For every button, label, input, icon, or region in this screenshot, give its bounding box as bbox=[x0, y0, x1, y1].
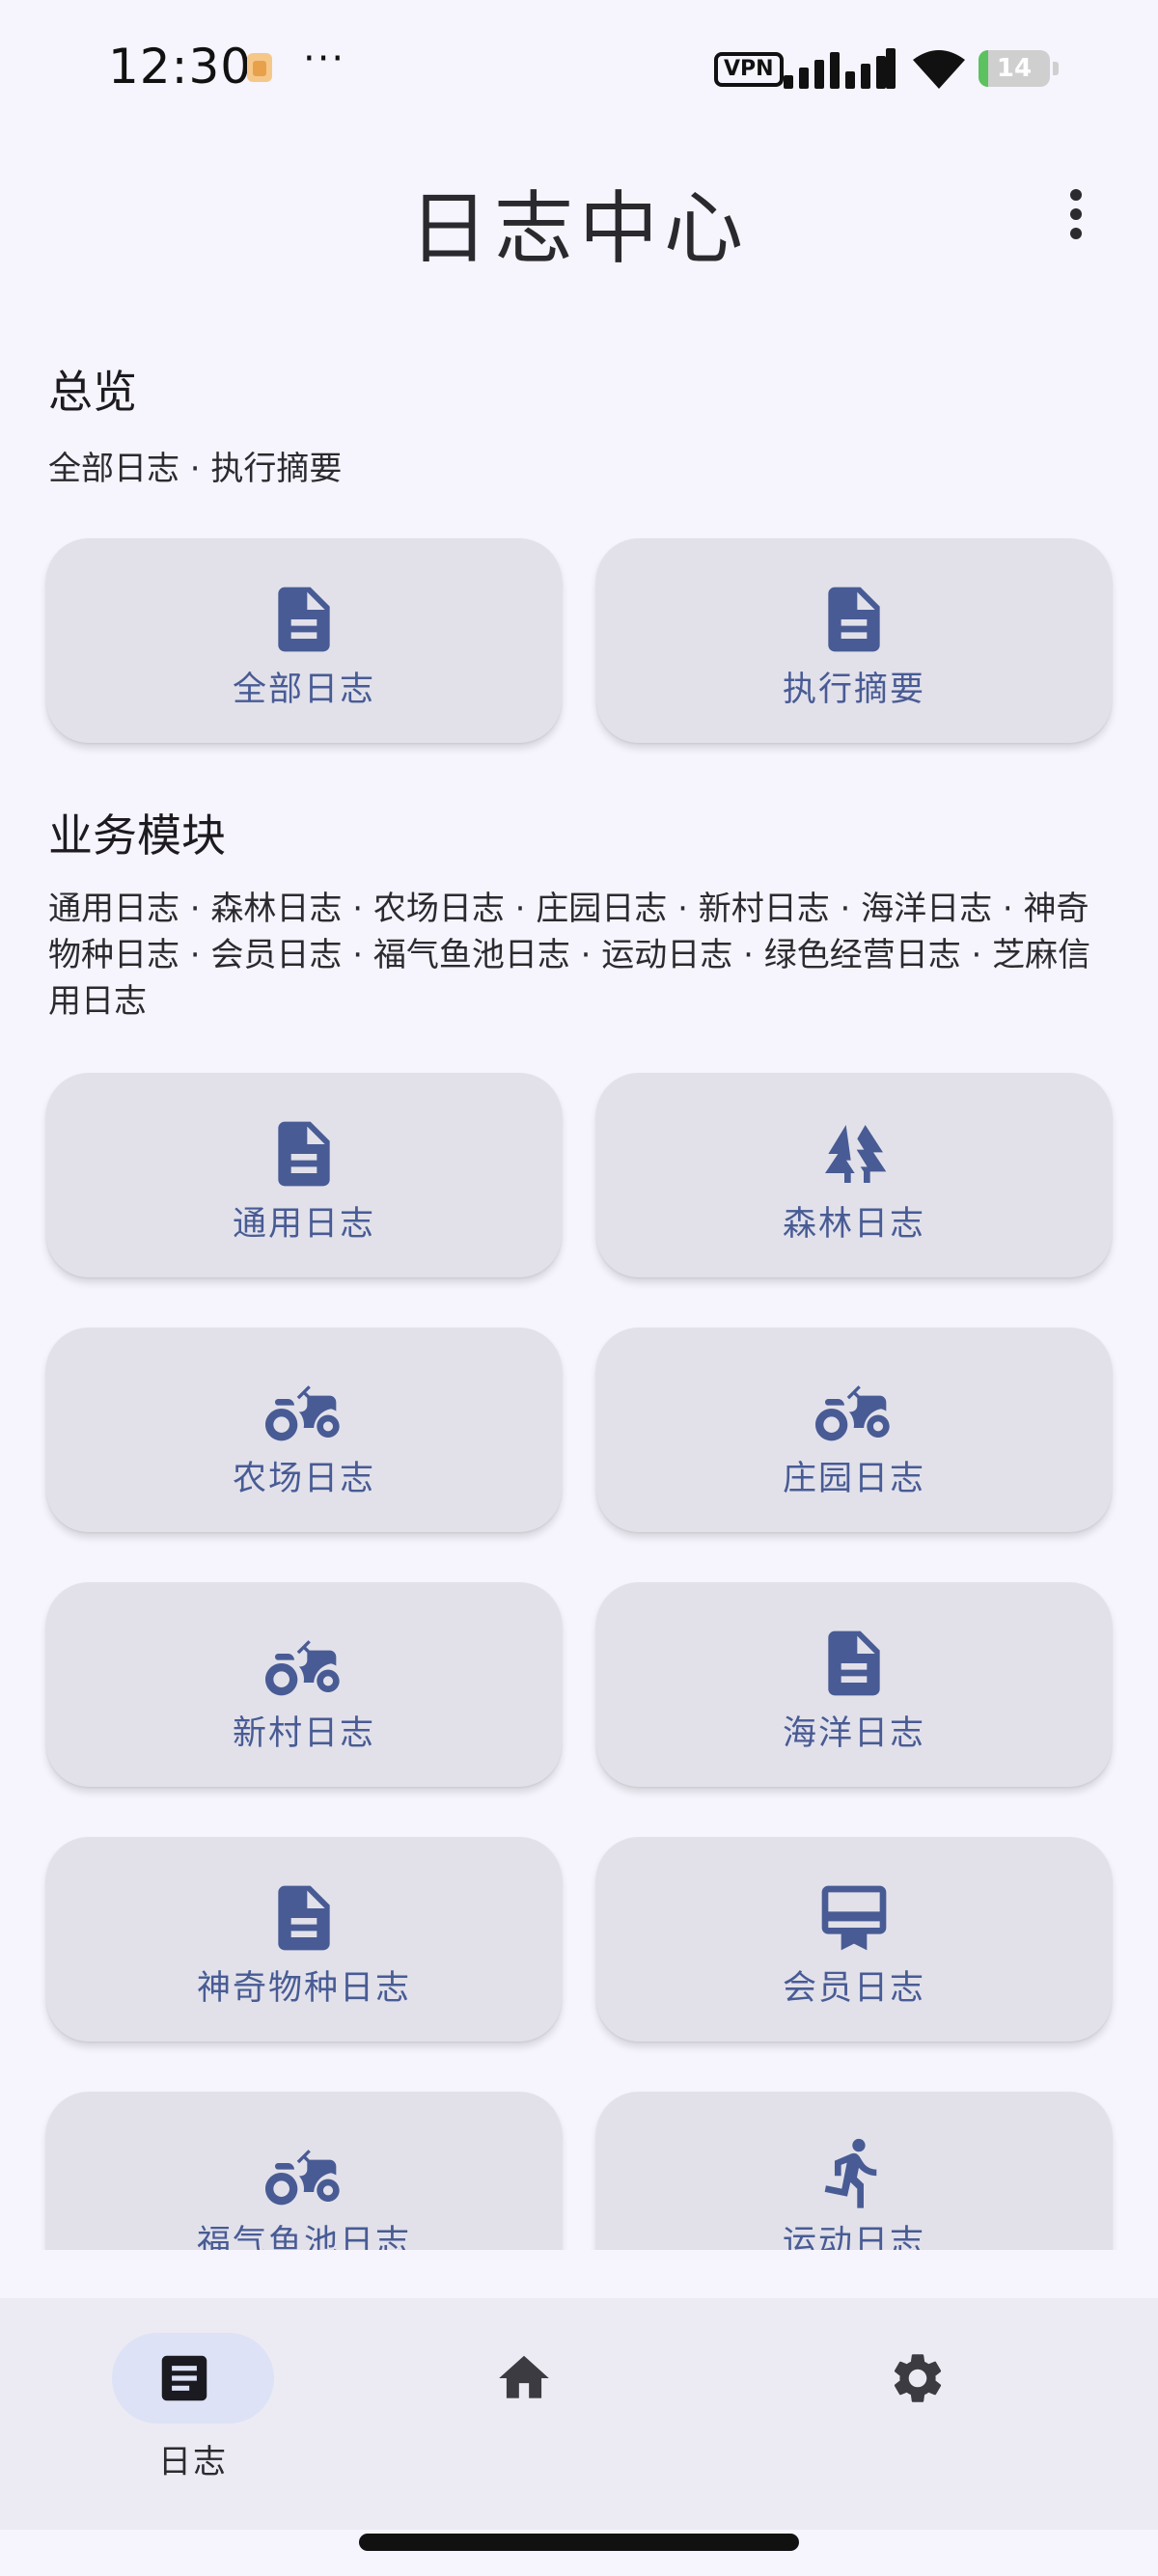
log-card[interactable]: 森林日志 bbox=[596, 1073, 1112, 1277]
tractor-icon bbox=[265, 1625, 343, 1702]
log-card-label: 福气鱼池日志 bbox=[196, 2224, 411, 2250]
overview-section-title: 总览 bbox=[48, 366, 137, 418]
log-card-label: 会员日志 bbox=[782, 1969, 925, 2008]
overview-section-subtitle: 全部日志 · 执行摘要 bbox=[48, 450, 343, 488]
log-card[interactable]: 福气鱼池日志 bbox=[46, 2092, 562, 2250]
log-card-label: 通用日志 bbox=[232, 1205, 375, 1244]
log-card-label: 农场日志 bbox=[232, 1460, 375, 1498]
log-card[interactable]: 海洋日志 bbox=[596, 1582, 1112, 1787]
tractor-icon bbox=[265, 1370, 343, 1447]
description-icon bbox=[815, 581, 893, 658]
tractor-icon bbox=[265, 2134, 343, 2211]
log-card[interactable]: 农场日志 bbox=[46, 1328, 562, 1532]
modules-section-subtitle: 通用日志 · 森林日志 · 农场日志 · 庄园日志 · 新村日志 · 海洋日志 … bbox=[48, 890, 1091, 1021]
page-title: 日志中心 bbox=[408, 183, 749, 275]
article-icon bbox=[154, 2348, 214, 2408]
card-membership-icon bbox=[815, 1879, 893, 1957]
log-card-label: 森林日志 bbox=[782, 1205, 925, 1244]
directions-run-icon bbox=[815, 2134, 893, 2211]
log-card[interactable]: 神奇物种日志 bbox=[46, 1837, 562, 2042]
description-icon bbox=[265, 581, 343, 658]
description-icon bbox=[265, 1115, 343, 1192]
nav-item-settings[interactable] bbox=[888, 2333, 1081, 2487]
scroll-content[interactable]: 日志中心 总览 全部日志 · 执行摘要 全部日志 执行摘要 业务模块 通用日志 ·… bbox=[0, 0, 1158, 2250]
log-card[interactable]: 新村日志 bbox=[46, 1582, 562, 1787]
forest-icon bbox=[815, 1115, 893, 1192]
log-card[interactable]: 运动日志 bbox=[596, 2092, 1112, 2250]
description-icon bbox=[815, 1625, 893, 1702]
modules-section-title: 业务模块 bbox=[48, 809, 226, 862]
log-card-label: 庄园日志 bbox=[782, 1460, 925, 1498]
log-card-label: 执行摘要 bbox=[782, 671, 925, 709]
tractor-icon bbox=[815, 1370, 893, 1447]
description-icon bbox=[265, 1879, 343, 1957]
log-card[interactable]: 全部日志 bbox=[46, 538, 562, 743]
nav-item-home[interactable] bbox=[494, 2333, 687, 2487]
log-card-label: 海洋日志 bbox=[782, 1714, 925, 1753]
gesture-bar bbox=[359, 2534, 799, 2551]
log-card[interactable]: 庄园日志 bbox=[596, 1328, 1112, 1532]
log-card[interactable]: 通用日志 bbox=[46, 1073, 562, 1277]
nav-item-article[interactable]: 日志 bbox=[104, 2333, 297, 2487]
log-card-label: 新村日志 bbox=[232, 1714, 375, 1753]
log-card[interactable]: 执行摘要 bbox=[596, 538, 1112, 743]
nav-label: 日志 bbox=[158, 2443, 228, 2481]
bottom-navigation: 日志 bbox=[0, 2298, 1158, 2530]
log-card-label: 神奇物种日志 bbox=[196, 1969, 411, 2008]
settings-icon bbox=[888, 2348, 948, 2408]
log-card-label: 运动日志 bbox=[782, 2224, 925, 2250]
more-vert-icon[interactable] bbox=[1052, 176, 1100, 253]
home-icon bbox=[494, 2348, 554, 2408]
log-card-label: 全部日志 bbox=[232, 671, 375, 709]
log-card[interactable]: 会员日志 bbox=[596, 1837, 1112, 2042]
